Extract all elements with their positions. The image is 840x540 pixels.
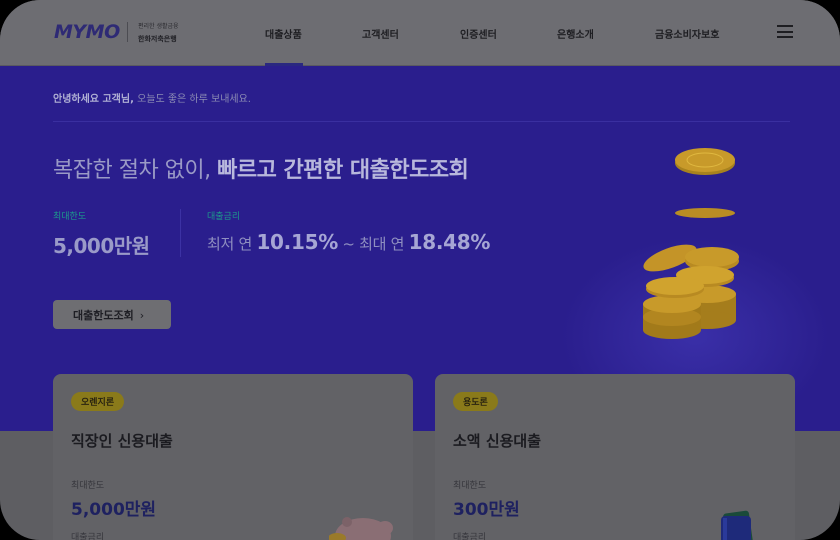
product-badge: 오렌지론 (71, 392, 125, 411)
loan-limit-check-button[interactable]: 대출한도조회 › (53, 300, 171, 329)
product-limit-label: 최대한도 (453, 481, 487, 491)
loan-limit-check-label: 대출한도조회 (73, 309, 134, 322)
mymo-logo[interactable]: MYMO (54, 21, 120, 43)
greeting-name: 안녕하세요 고객님, (53, 94, 134, 105)
product-rate-label: 대출금리 (71, 533, 105, 540)
hamburger-menu-icon[interactable] (777, 25, 793, 38)
product-title: 소액 신용대출 (453, 432, 542, 450)
headline-bold: 빠르고 간편한 대출한도조회 (217, 158, 469, 183)
rate-label: 대출금리 (207, 212, 241, 222)
logo-divider (127, 22, 128, 42)
headline-plain: 복잡한 절차 없이, (53, 158, 218, 183)
chevron-right-icon: › (139, 309, 145, 322)
nav-item-loans[interactable]: 대출상품 (265, 26, 302, 41)
greeting-text: 안녕하세요 고객님, 오늘도 좋은 하루 보내세요. (53, 90, 251, 105)
rate-max-value: 18.48% (408, 230, 491, 254)
top-header: MYMO 편리한 생활금융 한화저축은행 대출상품 고객센터 인증센터 은행소개… (0, 0, 840, 66)
product-rate-label: 대출금리 (453, 533, 487, 540)
nav-item-auth-center[interactable]: 인증센터 (460, 26, 497, 41)
bank-title: 한화저축은행 (138, 35, 177, 43)
product-limit-label: 최대한도 (71, 481, 105, 491)
rate-min-value: 10.15% (256, 230, 338, 254)
max-limit-value: 5,000만원 (53, 234, 150, 258)
nav-item-bank-intro[interactable]: 은행소개 (557, 26, 594, 41)
nav-item-customer-center[interactable]: 고객센터 (362, 26, 399, 41)
product-limit-value: 5,000만원 (71, 500, 157, 520)
hero-divider (53, 121, 790, 122)
app-window: MYMO 편리한 생활금융 한화저축은행 대출상품 고객센터 인증센터 은행소개… (0, 0, 840, 540)
loan-product-card[interactable]: 오렌지론 직장인 신용대출 최대한도 5,000만원 대출금리 (53, 374, 413, 540)
stat-divider (180, 209, 181, 257)
bank-name: 편리한 생활금융 한화저축은행 (138, 22, 179, 44)
product-title: 직장인 신용대출 (71, 432, 173, 450)
coins-illustration-icon (643, 148, 739, 339)
rate-range: 최저 연 10.15% ~ 최대 연 18.48% (207, 230, 490, 254)
hero-headline: 복잡한 절차 없이, 빠르고 간편한 대출한도조회 (53, 152, 469, 184)
nav-item-consumer-protection[interactable]: 금융소비자보호 (655, 26, 719, 41)
greeting-message: 오늘도 좋은 하루 보내세요. (133, 94, 251, 105)
piggy-bank-icon (329, 517, 393, 540)
product-limit-value: 300만원 (453, 500, 520, 520)
rate-min-prefix: 최저 연 (207, 235, 257, 253)
bank-tagline: 편리한 생활금융 (138, 23, 179, 30)
wallet-icon (721, 510, 753, 540)
product-badge: 용도론 (453, 392, 498, 411)
loan-product-card[interactable]: 용도론 소액 신용대출 최대한도 300만원 대출금리 (435, 374, 795, 540)
max-limit-label: 최대한도 (53, 212, 87, 222)
rate-separator: ~ (337, 235, 360, 253)
rate-max-prefix: 최대 연 (359, 235, 409, 253)
